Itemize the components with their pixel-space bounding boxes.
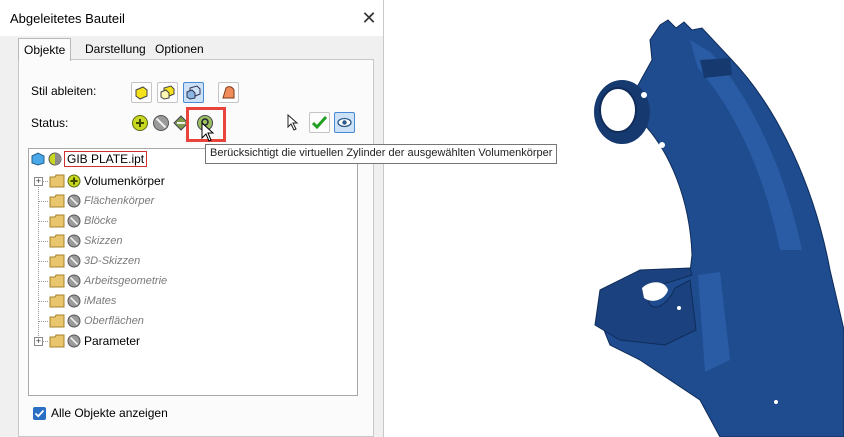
derive-solid-button[interactable] bbox=[131, 82, 152, 103]
derive-body-icon bbox=[222, 86, 235, 99]
show-all-checkbox[interactable] bbox=[33, 406, 46, 420]
dialog-title: Abgeleitetes Bauteil bbox=[10, 11, 125, 26]
eye-icon bbox=[337, 117, 352, 128]
tree-item-label: Volumenkörper bbox=[84, 174, 165, 188]
style-label: Stil ableiten: bbox=[31, 84, 97, 98]
select-button[interactable] bbox=[283, 112, 304, 133]
folder-icon bbox=[49, 274, 65, 288]
tree-item-imates[interactable]: iMates bbox=[49, 292, 116, 310]
tree-root-label: GIB PLATE.ipt bbox=[64, 151, 148, 167]
tree-connector bbox=[38, 301, 48, 302]
tree-connector bbox=[38, 221, 48, 222]
folder-icon bbox=[49, 294, 65, 308]
select-arrow-icon bbox=[287, 114, 299, 131]
visibility-button[interactable] bbox=[334, 112, 355, 133]
tree-item-label: Arbeitsgeometrie bbox=[84, 275, 168, 287]
include-icon bbox=[67, 174, 81, 188]
tree-item-label: Oberflächen bbox=[84, 315, 144, 327]
tree-root[interactable]: GIB PLATE.ipt bbox=[31, 150, 148, 168]
tree-item-flaechenkoerper[interactable]: Flächenkörper bbox=[49, 192, 154, 210]
tree-item-label: Blöcke bbox=[84, 215, 118, 227]
exclude-icon bbox=[67, 334, 81, 348]
part-cube-icon bbox=[31, 152, 45, 166]
show-all-label: Alle Objekte anzeigen bbox=[51, 406, 168, 420]
folder-icon bbox=[49, 314, 65, 328]
exclude-icon bbox=[67, 214, 81, 228]
tree-item-volumenkoerper[interactable]: Volumenkörper bbox=[49, 172, 165, 190]
tab-objekte[interactable]: Objekte bbox=[18, 38, 72, 61]
close-icon[interactable]: ✕ bbox=[356, 5, 382, 31]
folder-icon bbox=[49, 214, 65, 228]
derive-body-button[interactable] bbox=[218, 82, 239, 103]
checkmark-icon bbox=[34, 409, 45, 417]
title-bar: Abgeleitetes Bauteil ✕ bbox=[0, 0, 383, 36]
tree-connector bbox=[38, 321, 48, 322]
confirm-button[interactable] bbox=[309, 112, 330, 133]
half-include-icon bbox=[48, 152, 62, 166]
folder-icon bbox=[49, 234, 65, 248]
tree-item-label: iMates bbox=[84, 295, 117, 307]
tooltip: Berücksichtigt die virtuellen Zylinder d… bbox=[205, 144, 558, 164]
exclude-icon bbox=[67, 194, 81, 208]
derive-composite-button[interactable] bbox=[183, 82, 204, 103]
3d-part-model bbox=[594, 19, 844, 437]
tree-item-arbeitsgeometrie[interactable]: Arbeitsgeometrie bbox=[49, 272, 167, 290]
tree-item-bloecke[interactable]: Blöcke bbox=[49, 212, 117, 230]
expand-toggle-icon[interactable]: + bbox=[34, 177, 43, 186]
tree-item-skizzen[interactable]: Skizzen bbox=[49, 232, 123, 250]
folder-icon bbox=[49, 194, 65, 208]
tree-connector bbox=[38, 201, 48, 202]
tree-connector bbox=[38, 281, 48, 282]
exclude-icon bbox=[67, 294, 81, 308]
exclude-icon bbox=[67, 234, 81, 248]
tree-item-oberflaechen[interactable]: Oberflächen bbox=[49, 312, 144, 330]
derive-surface-icon bbox=[160, 85, 175, 100]
mouse-cursor-icon bbox=[201, 122, 215, 142]
derive-solid-icon bbox=[135, 86, 148, 100]
include-icon[interactable] bbox=[131, 114, 149, 132]
tree-item-label: 3D-Skizzen bbox=[84, 255, 141, 267]
folder-icon bbox=[49, 334, 65, 348]
folder-icon bbox=[49, 254, 65, 268]
check-icon bbox=[312, 115, 327, 130]
tree-item-parameter[interactable]: Parameter bbox=[49, 332, 140, 350]
tree-connector bbox=[38, 261, 48, 262]
tree-item-label: Parameter bbox=[84, 334, 141, 348]
tab-darstellung[interactable]: Darstellung bbox=[80, 40, 151, 59]
object-tree[interactable]: GIB PLATE.ipt + Volumenkörper Flächenkör… bbox=[28, 148, 358, 396]
tab-optionen[interactable]: Optionen bbox=[150, 40, 209, 59]
derive-surface-button[interactable] bbox=[157, 82, 178, 103]
derive-composite-icon bbox=[186, 85, 201, 100]
tree-item-label: Skizzen bbox=[84, 235, 123, 247]
status-label: Status: bbox=[31, 116, 69, 130]
tree-connector bbox=[38, 241, 48, 242]
tree-item-3d-skizzen[interactable]: 3D-Skizzen bbox=[49, 252, 140, 270]
exclude-icon bbox=[67, 274, 81, 288]
exclude-icon bbox=[67, 314, 81, 328]
derived-part-dialog: Abgeleitetes Bauteil ✕ Objekte Darstellu… bbox=[0, 0, 384, 437]
show-all-checkbox-row[interactable]: Alle Objekte anzeigen bbox=[33, 406, 168, 420]
expand-toggle-icon[interactable]: + bbox=[34, 337, 43, 346]
folder-icon bbox=[49, 174, 65, 188]
tree-item-label: Flächenkörper bbox=[84, 195, 155, 207]
exclude-icon[interactable] bbox=[152, 114, 170, 132]
exclude-icon bbox=[67, 254, 81, 268]
